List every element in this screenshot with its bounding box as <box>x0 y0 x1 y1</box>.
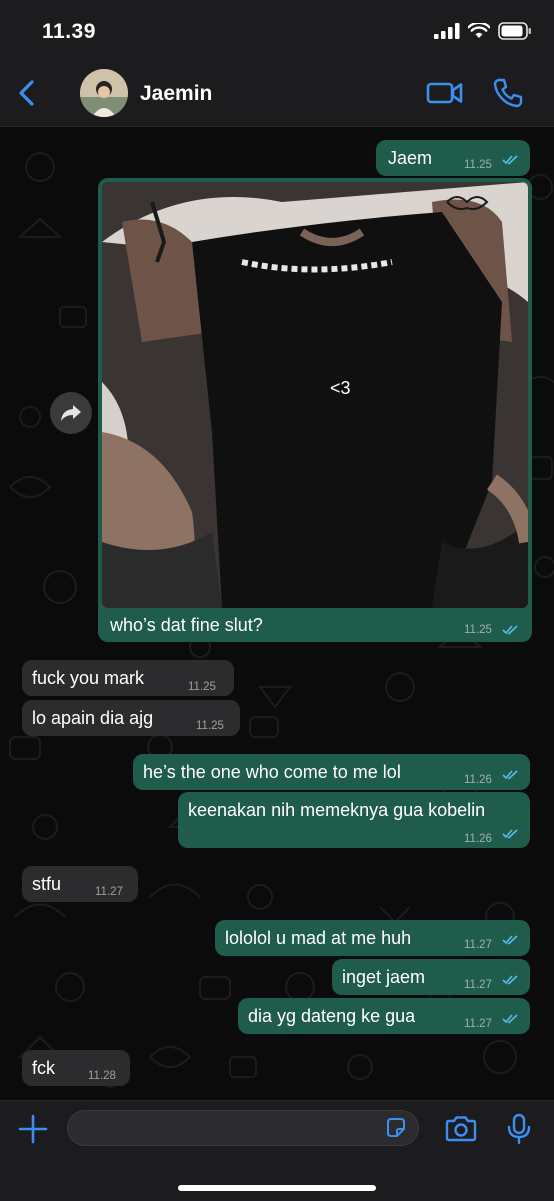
phone-call-icon[interactable] <box>492 77 524 109</box>
message-bubble-outgoing[interactable]: keenakan nih memeknya gua kobelin 11.26 <box>178 792 530 848</box>
message-input[interactable] <box>67 1110 419 1146</box>
read-ticks-icon <box>502 975 518 985</box>
message-time: 11.28 <box>88 1070 116 1082</box>
message-time: 11.25 <box>188 681 216 693</box>
message-time: 11.27 <box>464 979 492 991</box>
read-ticks-icon <box>502 829 518 839</box>
message-bubble-outgoing[interactable]: dia yg dateng ke gua 11.27 <box>238 998 530 1034</box>
message-time: 11.25 <box>196 720 224 732</box>
avatar[interactable] <box>80 69 128 117</box>
plus-icon[interactable] <box>18 1114 48 1144</box>
message-bubble-outgoing[interactable]: inget jaem 11.27 <box>332 959 530 995</box>
battery-icon <box>498 22 531 40</box>
signal-icon <box>434 23 460 39</box>
message-bubble-incoming[interactable]: fuck you mark 11.25 <box>22 660 234 696</box>
read-ticks-icon <box>502 155 518 165</box>
photo-caption: who’s dat fine slut? <box>110 615 263 635</box>
message-text: Jaem <box>388 148 433 168</box>
message-bubble-incoming[interactable]: lo apain dia ajg 11.25 <box>22 700 240 736</box>
home-indicator <box>178 1185 376 1191</box>
message-text: stfu <box>32 874 62 894</box>
microphone-icon[interactable] <box>506 1113 532 1145</box>
message-bubble-outgoing[interactable]: Jaem 11.25 <box>376 140 530 176</box>
message-time: 11.27 <box>95 886 123 898</box>
chat-header: Jaemin <box>0 60 554 127</box>
shared-photo[interactable]: <3 <box>102 182 528 608</box>
composer-bar <box>0 1100 554 1201</box>
message-text: he’s the one who come to me lol <box>143 762 401 782</box>
message-text: lololol u mad at me huh <box>225 928 412 948</box>
wifi-icon <box>468 23 490 38</box>
forward-button[interactable] <box>50 392 92 434</box>
photo-overlay-text: <3 <box>330 378 351 398</box>
message-text: keenakan nih memeknya gua kobelin <box>188 800 486 820</box>
message-time: 11.26 <box>464 774 492 786</box>
contact-name[interactable]: Jaemin <box>140 82 212 106</box>
forward-arrow-icon <box>61 405 81 421</box>
message-bubble-incoming[interactable]: fck 11.28 <box>22 1050 130 1086</box>
sticker-icon[interactable] <box>384 1116 408 1140</box>
message-time: 11.27 <box>464 1018 492 1030</box>
message-bubble-outgoing[interactable]: he’s the one who come to me lol 11.26 <box>133 754 530 790</box>
message-bubble-incoming[interactable]: stfu 11.27 <box>22 866 138 902</box>
message-time: 11.26 <box>464 833 492 845</box>
read-ticks-icon <box>502 935 518 945</box>
status-bar: 11.39 <box>0 0 554 60</box>
read-ticks-icon <box>502 1014 518 1024</box>
read-ticks-icon <box>502 770 518 780</box>
camera-icon[interactable] <box>444 1115 478 1143</box>
message-time: 11.25 <box>464 159 492 171</box>
message-text: dia yg dateng ke gua <box>248 1006 416 1026</box>
message-text: fck <box>32 1058 56 1078</box>
photo-time: 11.25 <box>464 624 492 636</box>
read-ticks-icon <box>502 625 518 635</box>
message-time: 11.27 <box>464 939 492 951</box>
back-chevron-icon[interactable] <box>14 78 44 108</box>
message-text: inget jaem <box>342 967 426 987</box>
message-text: lo apain dia ajg <box>32 708 154 728</box>
video-call-icon[interactable] <box>426 78 464 108</box>
status-time: 11.39 <box>42 20 96 43</box>
message-bubble-outgoing[interactable]: lololol u mad at me huh 11.27 <box>215 920 530 956</box>
message-text: fuck you mark <box>32 668 145 688</box>
